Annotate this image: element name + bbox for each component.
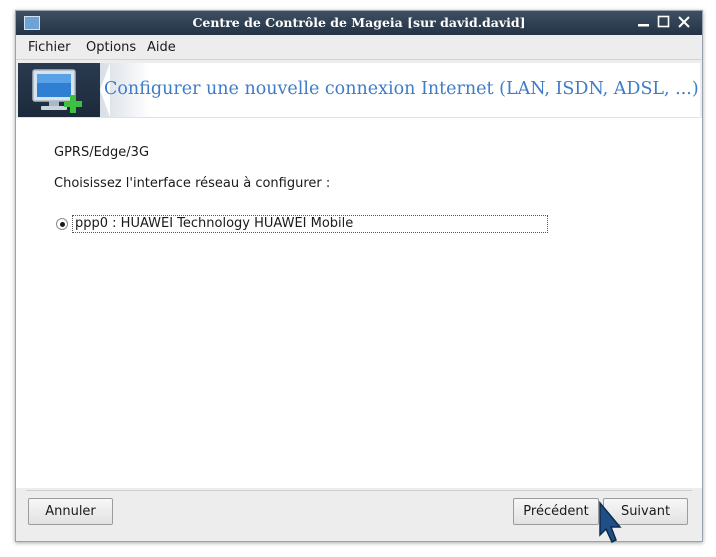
main-window: Centre de Contrôle de Mageia [sur david.…: [15, 10, 703, 542]
menu-fichier[interactable]: Fichier: [28, 40, 71, 55]
network-monitor-add-icon: [32, 69, 82, 113]
window-title: Centre de Contrôle de Mageia [sur david.…: [192, 15, 526, 30]
page-title: Configurer une nouvelle connexion Intern…: [104, 79, 699, 99]
banner-icon-area: [18, 63, 100, 117]
interface-option-label[interactable]: ppp0 : HUAWEI Technology HUAWEI Mobile: [72, 215, 548, 233]
button-separator: [26, 490, 692, 491]
menu-options[interactable]: Options: [86, 40, 136, 55]
interface-option[interactable]: ppp0 : HUAWEI Technology HUAWEI Mobile: [54, 215, 548, 233]
menu-aide[interactable]: Aide: [147, 40, 176, 55]
maximize-icon[interactable]: [656, 14, 672, 30]
header-banner: Configurer une nouvelle connexion Intern…: [18, 63, 700, 118]
mouse-cursor-icon: [599, 500, 622, 544]
menu-bar: Fichier Options Aide: [16, 35, 702, 60]
radio-button-selected[interactable]: [56, 218, 68, 230]
previous-button[interactable]: Précédent: [513, 498, 599, 525]
interface-prompt: Choisissez l'interface réseau à configur…: [54, 176, 331, 191]
cancel-button[interactable]: Annuler: [28, 498, 113, 525]
content-area: GPRS/Edge/3G Choisissez l'interface rése…: [16, 118, 702, 488]
minimize-icon[interactable]: [636, 14, 652, 30]
title-bar[interactable]: Centre de Contrôle de Mageia [sur david.…: [16, 11, 702, 35]
close-icon[interactable]: [676, 14, 692, 30]
connection-type-label: GPRS/Edge/3G: [54, 145, 150, 160]
